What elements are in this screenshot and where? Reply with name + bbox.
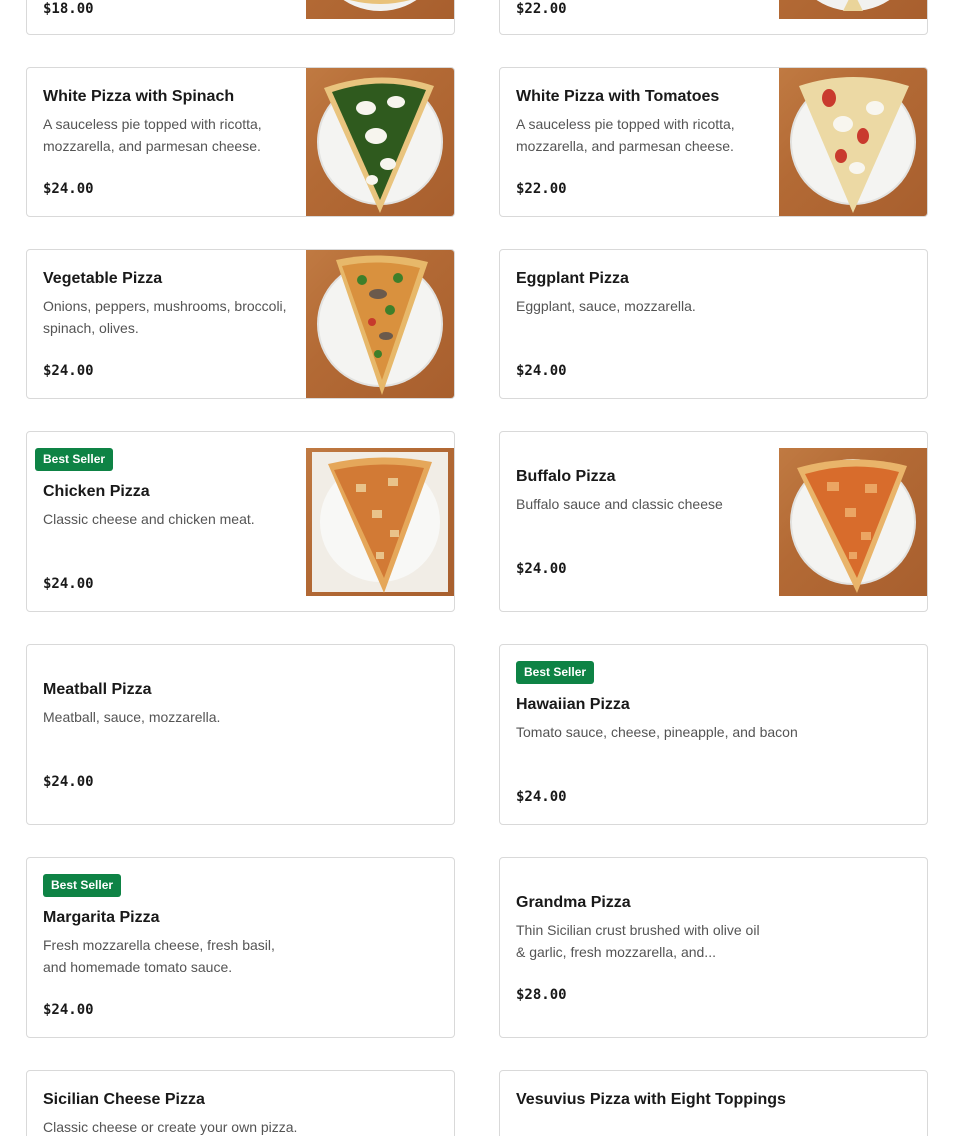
item-title: White Pizza with Tomatoes xyxy=(516,88,720,105)
item-description: Fresh mozzarella cheese, fresh basil, an… xyxy=(43,937,275,975)
item-description: Thin Sicilian crust brushed with olive o… xyxy=(516,922,760,960)
item-title: Hawaiian Pizza xyxy=(516,696,630,713)
item-title: Eggplant Pizza xyxy=(516,270,629,287)
menu-item-card[interactable]: $22.00 xyxy=(499,0,928,35)
item-description: Buffalo sauce and classic cheese xyxy=(516,496,723,512)
menu-item-card[interactable]: Meatball Pizza Meatball, sauce, mozzarel… xyxy=(26,644,455,825)
item-description: Eggplant, sauce, mozzarella. xyxy=(516,298,696,314)
item-price: $24.00 xyxy=(516,363,567,379)
pizza-image xyxy=(306,0,454,19)
item-description: Classic cheese and chicken meat. xyxy=(43,511,255,527)
pizza-image xyxy=(779,68,927,216)
item-description: Onions, peppers, mushrooms, broccoli, sp… xyxy=(43,298,287,336)
menu-item-card[interactable]: Buffalo Pizza Buffalo sauce and classic … xyxy=(499,431,928,612)
menu-item-card[interactable]: $18.00 xyxy=(26,0,455,35)
menu-item-card[interactable]: Best Seller Chicken Pizza Classic cheese… xyxy=(26,431,455,612)
item-price: $24.00 xyxy=(43,1002,94,1018)
item-price: $24.00 xyxy=(516,789,567,805)
item-title: Sicilian Cheese Pizza xyxy=(43,1091,205,1108)
item-title: Grandma Pizza xyxy=(516,894,631,911)
item-title: Meatball Pizza xyxy=(43,681,152,698)
pizza-image xyxy=(779,448,927,596)
item-title: Margarita Pizza xyxy=(43,909,160,926)
item-description: Meatball, sauce, mozzarella. xyxy=(43,709,221,725)
menu-item-card[interactable]: Best Seller Hawaiian Pizza Tomato sauce,… xyxy=(499,644,928,825)
item-price: $22.00 xyxy=(516,181,567,197)
menu-item-card[interactable]: White Pizza with Spinach A sauceless pie… xyxy=(26,67,455,217)
item-description: A sauceless pie topped with ricotta, moz… xyxy=(516,116,735,154)
item-price: $24.00 xyxy=(43,576,94,592)
item-title: Vesuvius Pizza with Eight Toppings xyxy=(516,1091,786,1108)
item-price: $18.00 xyxy=(43,1,94,17)
item-price: $24.00 xyxy=(516,561,567,577)
item-price: $28.00 xyxy=(516,987,567,1003)
item-title: Buffalo Pizza xyxy=(516,468,616,485)
best-seller-badge: Best Seller xyxy=(35,448,114,471)
best-seller-badge: Best Seller xyxy=(516,661,595,684)
menu-item-card[interactable]: Sicilian Cheese Pizza Classic cheese or … xyxy=(26,1070,455,1136)
pizza-image xyxy=(306,250,454,398)
pizza-image xyxy=(306,448,454,596)
menu-item-card[interactable]: Grandma Pizza Thin Sicilian crust brushe… xyxy=(499,857,928,1038)
menu-item-card[interactable]: Eggplant Pizza Eggplant, sauce, mozzarel… xyxy=(499,249,928,399)
pizza-image xyxy=(779,0,927,19)
best-seller-badge: Best Seller xyxy=(43,874,122,897)
item-title: Chicken Pizza xyxy=(43,483,150,500)
item-price: $24.00 xyxy=(43,774,94,790)
item-price: $22.00 xyxy=(516,1,567,17)
menu-item-card[interactable]: Vegetable Pizza Onions, peppers, mushroo… xyxy=(26,249,455,399)
item-description: Tomato sauce, cheese, pineapple, and bac… xyxy=(516,724,798,740)
item-title: White Pizza with Spinach xyxy=(43,88,235,105)
menu-item-card[interactable]: Best Seller Margarita Pizza Fresh mozzar… xyxy=(26,857,455,1038)
menu-item-card[interactable]: Vesuvius Pizza with Eight Toppings xyxy=(499,1070,928,1136)
item-price: $24.00 xyxy=(43,181,94,197)
menu-item-card[interactable]: White Pizza with Tomatoes A sauceless pi… xyxy=(499,67,928,217)
item-price: $24.00 xyxy=(43,363,94,379)
item-description: A sauceless pie topped with ricotta, moz… xyxy=(43,116,262,154)
item-description: Classic cheese or create your own pizza. xyxy=(43,1119,298,1135)
pizza-image xyxy=(306,68,454,216)
item-title: Vegetable Pizza xyxy=(43,270,163,287)
